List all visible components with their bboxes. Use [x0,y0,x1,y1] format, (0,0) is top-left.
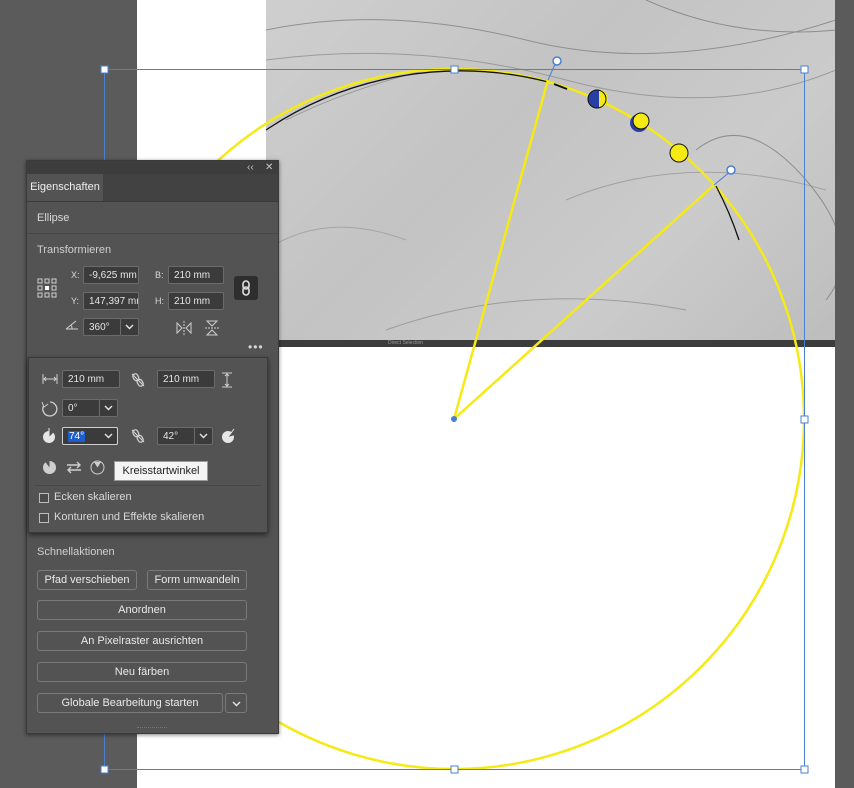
tab-eigenschaften[interactable]: Eigenschaften [27,174,103,201]
global-edit-dropdown[interactable] [225,693,247,713]
rotation-dropdown[interactable] [100,399,118,417]
handle-bottom-left[interactable] [100,765,109,774]
pie-start-dropdown[interactable] [100,427,118,445]
scale-corners-checkbox[interactable] [39,493,49,503]
handle-top-right[interactable] [800,65,809,74]
handle-bottom-right[interactable] [800,765,809,774]
handle-top-mid[interactable] [450,65,459,74]
x-label: X: [71,270,80,280]
close-pie-icon[interactable] [90,460,105,475]
angle-dropdown[interactable] [121,318,139,336]
pie-icon[interactable] [42,460,57,475]
height-icon [222,372,232,388]
ellipse-width-field[interactable]: 210 mm [62,370,120,388]
handle-bottom-mid[interactable] [450,765,459,774]
flip-horizontal-icon[interactable] [176,321,192,335]
chevron-down-icon [199,433,208,439]
pie-end-angle-icon [222,428,235,443]
x-field[interactable]: -9,625 mm [83,266,139,284]
ellipse-height-field[interactable]: 210 mm [157,370,215,388]
recolor-button[interactable]: Neu färben [37,662,247,682]
flyout-divider [35,485,261,486]
object-type-label: Ellipse [37,212,70,224]
handle-mid-right[interactable] [800,415,809,424]
ellipse-properties-flyout: 210 mm 210 mm 0° 74° 42° Ecken skalieren… [28,357,268,533]
pie-start-line [452,79,550,420]
convert-shape-button[interactable]: Form umwandeln [147,570,247,590]
flip-vertical-icon[interactable] [205,320,219,336]
center-point[interactable] [451,416,457,422]
tooltip: Kreisstartwinkel [114,461,208,481]
close-icon[interactable]: ✕ [265,161,273,174]
constrain-pie-angle-icon[interactable] [130,428,146,444]
reference-point-icon[interactable] [37,278,57,298]
handle-top-left[interactable] [100,65,109,74]
height-field[interactable]: 210 mm [168,292,224,310]
pie-end-dropdown[interactable] [195,427,213,445]
quick-actions-heading: Schnellaktionen [37,546,115,558]
rotate-icon [41,401,58,417]
panel-titlebar[interactable]: ‹‹ ✕ [27,161,278,174]
pie-end-handle[interactable] [726,165,736,175]
angle-field[interactable]: 360° [83,318,121,336]
swap-pie-icon[interactable] [66,461,82,474]
panel-resize-grip[interactable] [137,727,167,731]
panel-tabbar: Eigenschaften [27,174,278,202]
pie-widget-icon-1 [587,89,608,109]
pie-start-angle-value: 74° [68,431,86,442]
offset-path-button[interactable]: Pfad verschieben [37,570,137,590]
y-field[interactable]: 147,397 mm [83,292,139,310]
chevron-down-icon [232,701,241,707]
arrange-button[interactable]: Anordnen [37,600,247,620]
divider [27,233,278,234]
height-label: H: [155,296,164,306]
scale-strokes-label: Konturen und Effekte skalieren [54,511,205,523]
collapse-icon[interactable]: ‹‹ [247,161,254,174]
more-options-icon[interactable]: ••• [248,340,264,354]
width-field[interactable]: 210 mm [168,266,224,284]
pie-end-angle-field[interactable]: 42° [157,427,195,445]
link-proportions-icon[interactable] [234,276,258,300]
pie-widget-icon-2 [630,112,650,132]
pixel-grid-button[interactable]: An Pixelraster ausrichten [37,631,247,651]
rotation-field[interactable]: 0° [62,399,100,417]
pie-start-handle[interactable] [552,56,562,66]
pie-end-line [453,184,715,420]
scale-strokes-checkbox[interactable] [39,513,49,523]
transform-heading: Transformieren [37,244,112,256]
chevron-down-icon [104,433,113,439]
global-edit-button[interactable]: Globale Bearbeitung starten [37,693,223,713]
scale-corners-label: Ecken skalieren [54,491,132,503]
width-label: B: [155,270,164,280]
angle-icon [65,320,78,330]
chevron-down-icon [104,405,113,411]
y-label: Y: [71,296,80,306]
width-icon [42,374,58,384]
pie-start-angle-icon [43,428,55,443]
pie-widget-icon-3 [669,143,689,163]
chevron-down-icon [125,324,134,330]
link-dimensions-icon[interactable] [130,372,146,388]
